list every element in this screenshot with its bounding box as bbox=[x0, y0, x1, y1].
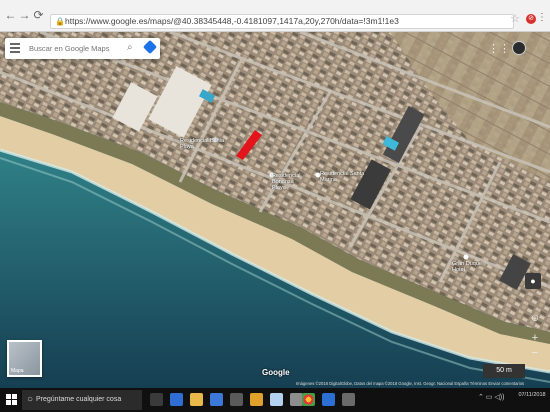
zoom-in-button[interactable]: + bbox=[529, 332, 541, 344]
apps-grid-icon[interactable]: ⋮⋮ bbox=[488, 42, 510, 55]
avatar[interactable] bbox=[512, 41, 526, 55]
app-icon[interactable] bbox=[250, 393, 263, 406]
scale-bar[interactable]: 50 m bbox=[483, 364, 525, 378]
back-arrow-icon[interactable]: ← bbox=[4, 9, 17, 22]
google-logo: Google bbox=[262, 368, 290, 377]
task-view-icon[interactable] bbox=[150, 393, 163, 406]
my-location-icon[interactable]: ◎ bbox=[529, 312, 541, 324]
layer-label: Mapa bbox=[11, 368, 24, 374]
satellite-map[interactable]: Residencial Bahia Playa Residencial Bona… bbox=[0, 32, 550, 388]
taskbar-search[interactable]: ○ Pregúntame cualquier cosa bbox=[22, 390, 142, 410]
chrome-icon[interactable] bbox=[302, 393, 315, 406]
address-bar[interactable]: 🔒 https://www.google.es/maps/@40.3834544… bbox=[50, 14, 514, 29]
map-imagery[interactable] bbox=[0, 32, 550, 388]
edge-icon[interactable] bbox=[170, 393, 183, 406]
maps-search-box[interactable]: ⌕ bbox=[5, 38, 160, 59]
windows-taskbar: ○ Pregúntame cualquier cosa ⌃ ▭ ◁)) 07/1… bbox=[0, 388, 550, 412]
browser-chrome: ← → ⟳ 🔒 https://www.google.es/maps/@40.3… bbox=[0, 0, 550, 32]
mail-icon[interactable] bbox=[270, 393, 283, 406]
reload-icon[interactable]: ⟳ bbox=[32, 9, 45, 22]
url-text[interactable]: https://www.google.es/maps/@40.38345448,… bbox=[65, 16, 505, 26]
place-label[interactable]: Residencial Santa Marina bbox=[320, 171, 372, 183]
search-input[interactable] bbox=[29, 41, 121, 55]
zoom-out-button[interactable]: − bbox=[529, 347, 541, 359]
map-layer-toggle[interactable]: Mapa bbox=[7, 340, 42, 377]
search-icon[interactable]: ⌕ bbox=[127, 42, 133, 53]
search-icon: ○ bbox=[27, 394, 34, 405]
clock[interactable]: 07/11/2018 bbox=[517, 391, 547, 399]
star-icon[interactable]: ☆ bbox=[510, 12, 520, 25]
adblock-icon[interactable]: ⊘ bbox=[526, 14, 536, 24]
app-icon[interactable] bbox=[322, 393, 335, 406]
app-icon[interactable] bbox=[230, 393, 243, 406]
date-text: 07/11/2018 bbox=[518, 392, 546, 398]
forward-arrow-icon[interactable]: → bbox=[18, 9, 31, 22]
store-icon[interactable] bbox=[210, 393, 223, 406]
start-icon[interactable] bbox=[6, 394, 18, 406]
system-tray[interactable]: ⌃ ▭ ◁)) bbox=[478, 393, 504, 401]
explorer-icon[interactable] bbox=[190, 393, 203, 406]
place-label[interactable]: Residencial Bonanza Playa bbox=[272, 173, 308, 191]
taskbar-search-text: Pregúntame cualquier cosa bbox=[36, 396, 122, 403]
app-icon[interactable] bbox=[342, 393, 355, 406]
hamburger-menu-icon[interactable] bbox=[10, 43, 20, 53]
lock-icon: 🔒 bbox=[55, 17, 65, 26]
place-label[interactable]: Residencial Bahia Playa bbox=[180, 138, 226, 150]
menu-dots-icon[interactable]: ⋮ bbox=[537, 12, 547, 23]
place-label[interactable]: Gran Duque Hotel bbox=[452, 261, 494, 273]
map-attribution[interactable]: Imágenes ©2018 DigitalGlobe, Datos del m… bbox=[296, 381, 526, 388]
place-pin[interactable] bbox=[463, 254, 469, 260]
pegman-icon[interactable]: ● bbox=[525, 273, 541, 289]
directions-icon[interactable] bbox=[142, 39, 158, 55]
